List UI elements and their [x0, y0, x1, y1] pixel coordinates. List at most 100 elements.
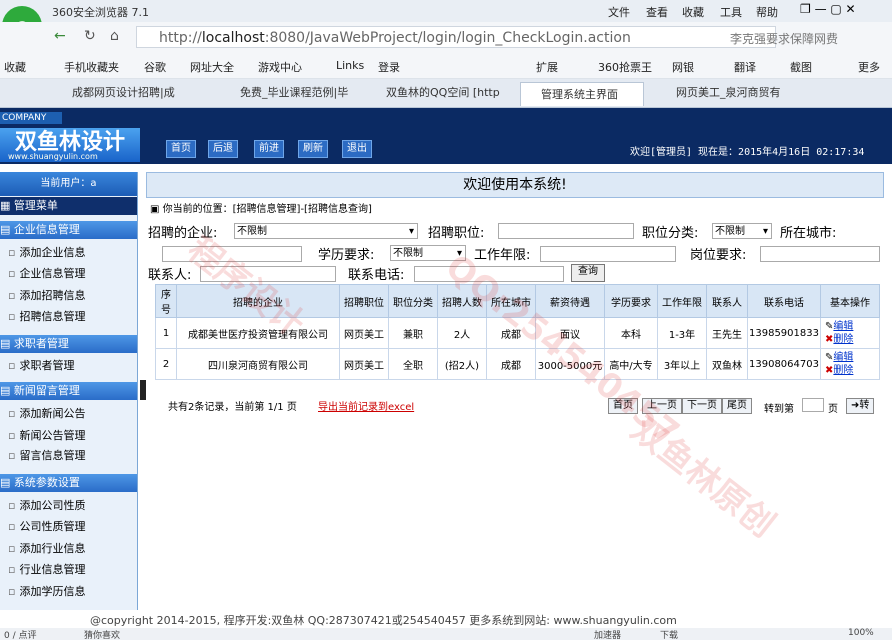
- fav-login[interactable]: 登录: [378, 59, 400, 75]
- fav-sites[interactable]: 网址大全: [190, 59, 234, 75]
- last-page-button[interactable]: 尾页: [722, 398, 752, 414]
- col-header: 学历要求: [604, 284, 658, 318]
- current-user: 当前用户：a: [0, 172, 137, 196]
- url-input[interactable]: http://localhost:8080/JavaWebProject/log…: [136, 26, 776, 48]
- menu-add-news[interactable]: 添加新闻公告: [8, 405, 85, 421]
- menu-industry-manage[interactable]: 行业信息管理: [8, 561, 85, 577]
- tab-0[interactable]: 成都网页设计招聘|成: [72, 84, 192, 104]
- folder-icon: ▤: [0, 476, 14, 489]
- query-button[interactable]: 查询: [571, 264, 605, 282]
- folder-icon: ▤: [0, 223, 14, 236]
- position-filter-label: 招聘职位:: [428, 226, 485, 241]
- fav-games[interactable]: 游戏中心: [258, 59, 302, 75]
- menu-add-industry[interactable]: 添加行业信息: [8, 540, 85, 556]
- delete-link[interactable]: 删除: [833, 334, 853, 345]
- fav-screenshot[interactable]: 截图: [790, 59, 812, 75]
- status-left: 0 / 点评: [4, 631, 37, 641]
- menu-message-manage[interactable]: 留言信息管理: [8, 447, 85, 463]
- req-input[interactable]: [760, 246, 880, 262]
- years-input[interactable]: [540, 246, 676, 262]
- edit-link[interactable]: 编辑: [833, 352, 853, 363]
- group-settings[interactable]: ▤ 系统参数设置: [0, 474, 137, 492]
- fav-translate[interactable]: 翻译: [734, 59, 756, 75]
- menu-add-nature[interactable]: 添加公司性质: [8, 497, 85, 513]
- status-zoom[interactable]: 100%: [848, 628, 874, 638]
- search-input[interactable]: 李克强要求保障网费: [730, 30, 838, 47]
- col-header: 序号: [155, 284, 177, 318]
- menu-news-manage[interactable]: 新闻公告管理: [8, 427, 85, 443]
- col-header: 职位分类: [388, 284, 438, 318]
- fav-bank[interactable]: 网银: [672, 59, 694, 75]
- back-icon[interactable]: ←: [54, 28, 66, 44]
- nav-home-button[interactable]: 首页: [166, 140, 196, 158]
- status-download[interactable]: 下载: [660, 628, 678, 641]
- menu-favorites[interactable]: 收藏: [682, 4, 704, 20]
- phone-input[interactable]: [414, 266, 564, 282]
- goto-page-input[interactable]: [802, 398, 824, 412]
- fav-extend[interactable]: 扩展: [536, 59, 558, 75]
- nav-forward-button[interactable]: 前进: [254, 140, 284, 158]
- menu-add-company[interactable]: 添加企业信息: [8, 244, 85, 260]
- home-icon[interactable]: ⌂: [110, 28, 119, 44]
- fav-google[interactable]: 谷歌: [144, 59, 166, 75]
- cell: 四川泉河商贸有限公司: [176, 348, 340, 380]
- cell: 3000-5000元: [535, 348, 605, 380]
- menu-seeker-manage[interactable]: 求职者管理: [8, 357, 74, 373]
- fav-mobile[interactable]: 手机收藏夹: [64, 59, 119, 75]
- next-page-button[interactable]: 下一页: [682, 398, 722, 414]
- nav-logout-button[interactable]: 退出: [342, 140, 372, 158]
- city-input[interactable]: [162, 246, 302, 262]
- fav-links[interactable]: Links: [336, 59, 364, 72]
- status-accelerator[interactable]: 加速器: [594, 628, 621, 641]
- position-input[interactable]: [498, 223, 634, 239]
- table-header-row: 序号 招聘的企业 招聘职位 职位分类 招聘人数 所在城市 薪资待遇 学历要求 工…: [155, 284, 880, 318]
- edu-select[interactable]: 不限制: [390, 245, 466, 262]
- nav-refresh-button[interactable]: 刷新: [298, 140, 328, 158]
- cell: 王先生: [706, 317, 748, 349]
- table-row: 1 成都美世医疗投资管理有限公司 网页美工 兼职 2人 成都 面议 本科 1-3…: [155, 317, 880, 349]
- delete-link[interactable]: 删除: [833, 365, 853, 376]
- menu-nature-manage[interactable]: 公司性质管理: [8, 518, 85, 534]
- group-seeker[interactable]: ▤ 求职者管理: [0, 335, 137, 353]
- cell: 13908064703: [747, 348, 821, 380]
- sidebar-collapse-handle[interactable]: [140, 380, 146, 400]
- menu-help[interactable]: 帮助: [756, 4, 778, 20]
- cell: 13985901833: [747, 317, 821, 349]
- fav-more[interactable]: 更多: [858, 59, 880, 75]
- cell: 双鱼林: [706, 348, 748, 380]
- menu-add-education[interactable]: 添加学历信息: [8, 583, 85, 599]
- export-excel-link[interactable]: 导出当前记录到excel: [318, 398, 414, 413]
- location-icon: ▣: [150, 204, 163, 215]
- cell: 1: [155, 317, 177, 349]
- menu-job-manage[interactable]: 招聘信息管理: [8, 308, 85, 324]
- nav-back-button[interactable]: 后退: [208, 140, 238, 158]
- category-select[interactable]: 不限制: [712, 223, 772, 240]
- edit-link[interactable]: 编辑: [833, 321, 853, 332]
- contact-input[interactable]: [200, 266, 336, 282]
- admin-menu-title: ▦ 管理菜单: [0, 197, 137, 215]
- reload-icon[interactable]: ↻: [84, 28, 96, 44]
- prev-page-button[interactable]: 上一页: [642, 398, 682, 414]
- company-filter-label: 招聘的企业:: [148, 226, 218, 241]
- cell: 成都: [486, 317, 536, 349]
- menu-file[interactable]: 文件: [608, 4, 630, 20]
- tab-2[interactable]: 双鱼林的QQ空间 [http: [386, 84, 506, 104]
- group-news[interactable]: ▤ 新闻留言管理: [0, 382, 137, 400]
- menu-add-job[interactable]: 添加招聘信息: [8, 287, 85, 303]
- first-page-button[interactable]: 首页: [608, 398, 638, 414]
- fav-collect[interactable]: 收藏: [4, 59, 26, 75]
- table-row: 2 四川泉河商贸有限公司 网页美工 全职 (招2人) 成都 3000-5000元…: [155, 348, 880, 380]
- group-company[interactable]: ▤ 企业信息管理: [0, 221, 137, 239]
- tab-active[interactable]: 管理系统主界面: [520, 82, 644, 106]
- tab-4[interactable]: 网页美工_泉河商贸有: [676, 84, 796, 104]
- window-controls[interactable]: ❐ — ▢ ✕: [800, 2, 856, 16]
- tab-1[interactable]: 免费_毕业课程范例|毕: [240, 84, 360, 104]
- edu-filter-label: 学历要求:: [318, 248, 375, 263]
- menu-company-manage[interactable]: 企业信息管理: [8, 265, 85, 281]
- go-button[interactable]: ➜转: [846, 398, 875, 414]
- menu-tools[interactable]: 工具: [720, 4, 742, 20]
- fav-ticket[interactable]: 360抢票王: [598, 59, 652, 75]
- menu-view[interactable]: 查看: [646, 4, 668, 20]
- company-select[interactable]: 不限制: [234, 223, 418, 240]
- cell: 高中/大专: [604, 348, 658, 380]
